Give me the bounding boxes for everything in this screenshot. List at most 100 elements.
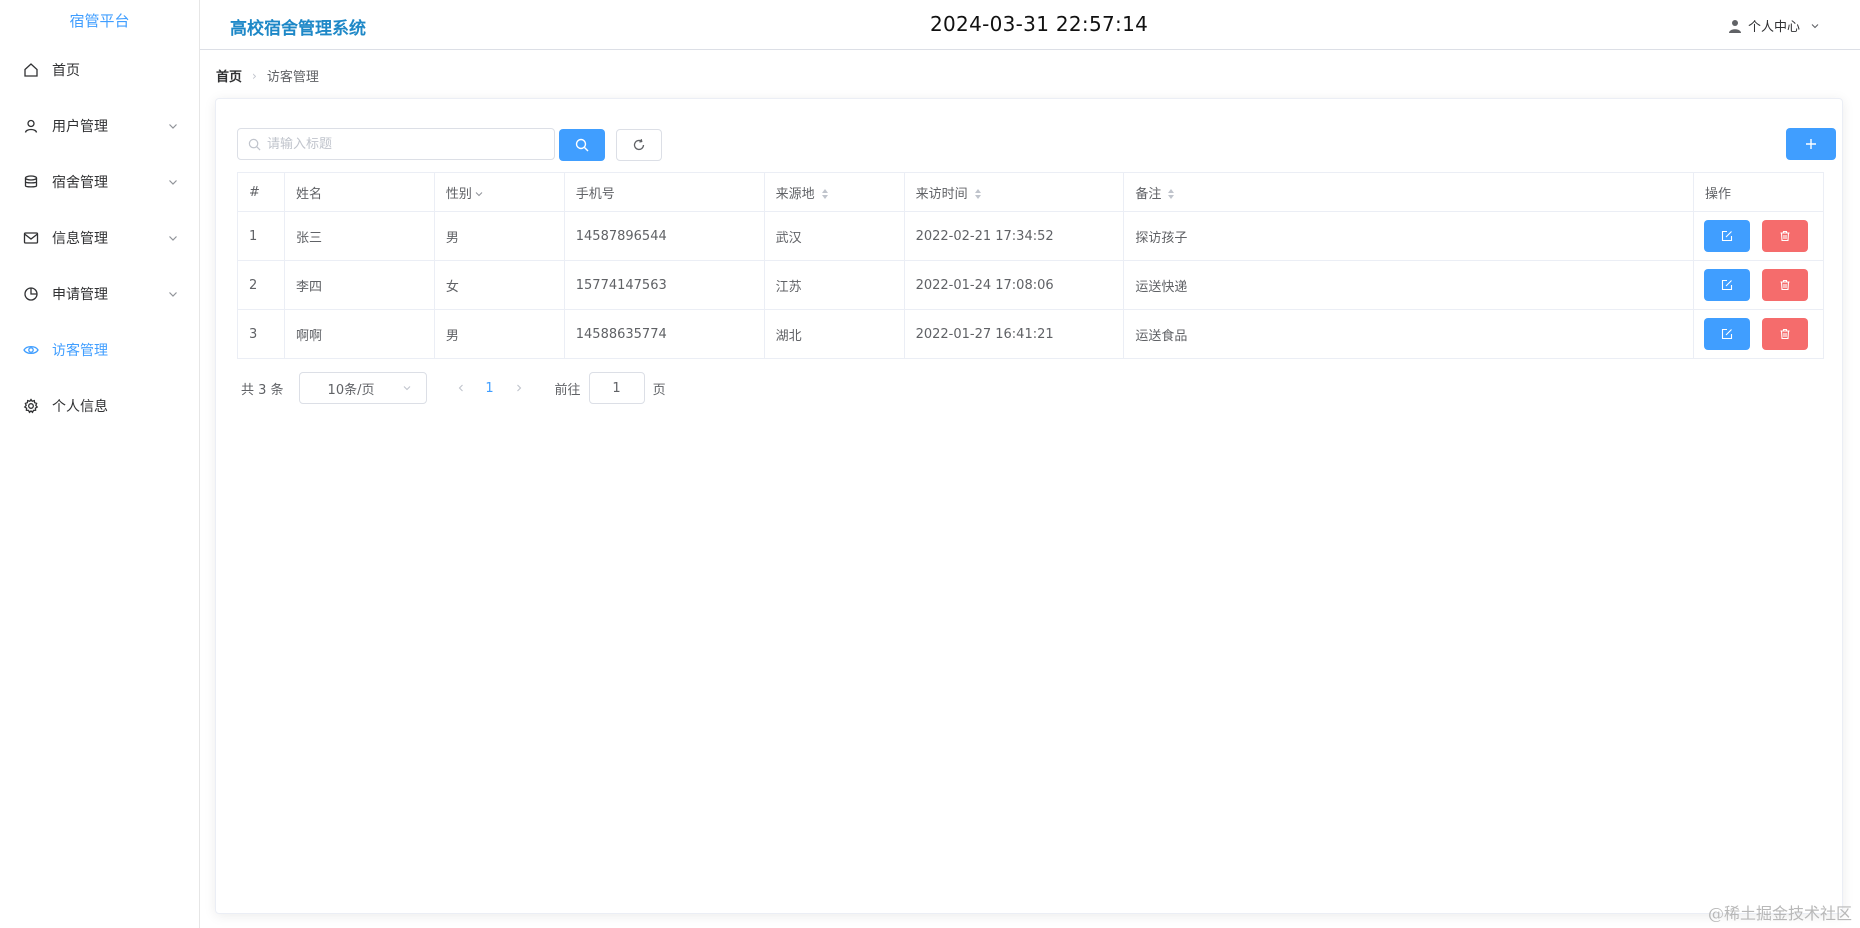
eye-icon: [22, 341, 40, 359]
delete-button[interactable]: [1761, 318, 1808, 350]
cell-visit-time: 2022-01-24 17:08:06: [903, 260, 1125, 310]
cell-gender: 男: [433, 309, 565, 359]
next-page-button[interactable]: [505, 374, 533, 402]
cell-gender: 男: [433, 211, 565, 261]
cell-index: 3: [237, 309, 285, 359]
cell-origin: 武汉: [763, 211, 905, 261]
col-header-remark-label: 备注: [1135, 186, 1162, 202]
cell-actions: [1692, 260, 1825, 310]
trash-icon: [1780, 279, 1790, 291]
col-header-visit-time-label: 来访时间: [915, 186, 968, 202]
search-icon: [248, 138, 261, 150]
edit-button[interactable]: [1703, 318, 1750, 350]
sidebar-item-home[interactable]: 首页: [0, 42, 199, 98]
refresh-icon: [633, 139, 645, 151]
trash-icon: [1780, 230, 1790, 242]
page-size-value: 10条/页: [327, 382, 375, 398]
breadcrumb-separator-icon: ›: [252, 68, 257, 83]
cell-phone: 15774147563: [563, 260, 765, 310]
search-button[interactable]: [559, 129, 605, 161]
sidebar-item-label: 访客管理: [52, 343, 108, 359]
page-jump-label: 前往: [554, 382, 581, 398]
delete-button[interactable]: [1761, 269, 1808, 301]
pie-chart-icon: [22, 285, 40, 303]
col-header-visit-time[interactable]: 来访时间: [903, 172, 1125, 212]
sort-caret-icon[interactable]: [821, 188, 829, 200]
edit-icon: [1721, 279, 1733, 291]
page-number-current[interactable]: 1: [475, 381, 505, 396]
gear-icon: [22, 397, 40, 415]
mail-icon: [22, 229, 40, 247]
col-header-gender[interactable]: 性别: [433, 172, 565, 212]
page-jump-suffix: 页: [652, 382, 666, 398]
sidebar-item-label: 用户管理: [52, 119, 108, 135]
col-header-origin[interactable]: 来源地: [763, 172, 905, 212]
reset-button[interactable]: [616, 129, 662, 161]
chevron-right-icon: [516, 384, 521, 392]
chevron-down-icon: [169, 124, 177, 129]
edit-button[interactable]: [1703, 220, 1750, 252]
cell-visit-time: 2022-01-27 16:41:21: [903, 309, 1125, 359]
clock-display: 2024-03-31 22:57:14: [930, 12, 1149, 36]
pagination: 共 3 条 10条/页 1 前往 页: [241, 372, 666, 404]
sidebar-item-visitor-management[interactable]: 访客管理: [0, 322, 199, 378]
delete-button[interactable]: [1761, 220, 1808, 252]
cell-gender: 女: [433, 260, 565, 310]
content-card: # 姓名 性别 手机号 来源地 来访时间 备注 操作 1 张三 男 145878…: [215, 98, 1843, 914]
chevron-down-icon: [403, 386, 410, 391]
sidebar-item-dorm-management[interactable]: 宿舍管理: [0, 154, 199, 210]
cell-index: 2: [237, 260, 285, 310]
user-avatar-icon: [1728, 19, 1741, 33]
filter-arrow-icon[interactable]: [474, 189, 484, 199]
sidebar-item-application-management[interactable]: 申请管理: [0, 266, 199, 322]
breadcrumb-current: 访客管理: [266, 70, 319, 85]
sidebar-item-user-management[interactable]: 用户管理: [0, 98, 199, 154]
user-center-dropdown[interactable]: 个人中心: [1728, 16, 1820, 35]
plus-icon: [1806, 139, 1816, 149]
cell-origin: 湖北: [763, 309, 905, 359]
page-jump-input[interactable]: [588, 372, 645, 404]
chevron-left-icon: [458, 384, 463, 392]
cell-remark: 运送食品: [1123, 309, 1694, 359]
watermark: @稀土掘金技术社区: [1707, 904, 1852, 923]
add-visitor-button[interactable]: [1786, 128, 1836, 160]
sidebar: 宿管平台 首页 用户管理 宿舍管理 信息管理 申请管理 访客管理 个人信息: [0, 0, 200, 928]
cell-actions: [1692, 309, 1825, 359]
col-header-name: 姓名: [283, 172, 435, 212]
cell-remark: 运送快递: [1123, 260, 1694, 310]
col-header-origin-label: 来源地: [775, 186, 815, 202]
col-header-index: #: [237, 172, 285, 212]
col-header-remark[interactable]: 备注: [1123, 172, 1694, 212]
cell-name: 啊啊: [283, 309, 435, 359]
sort-caret-icon[interactable]: [974, 188, 982, 200]
sort-caret-icon[interactable]: [1167, 188, 1175, 200]
cell-visit-time: 2022-02-21 17:34:52: [903, 211, 1125, 261]
col-header-actions: 操作: [1692, 172, 1825, 212]
search-icon: [575, 138, 589, 152]
breadcrumb-home[interactable]: 首页: [216, 66, 242, 85]
edit-button[interactable]: [1703, 269, 1750, 301]
database-icon: [22, 173, 40, 191]
prev-page-button[interactable]: [447, 374, 475, 402]
trash-icon: [1780, 328, 1790, 340]
cell-index: 1: [237, 211, 285, 261]
edit-icon: [1721, 230, 1733, 242]
home-icon: [22, 61, 40, 79]
system-title: 高校宿舍管理系统: [230, 19, 366, 39]
cell-actions: [1692, 211, 1825, 261]
cell-phone: 14587896544: [563, 211, 765, 261]
chevron-down-icon: [169, 236, 177, 241]
sidebar-item-label: 首页: [52, 63, 80, 79]
table-row: 3 啊啊 男 14588635774 湖北 2022-01-27 16:41:2…: [237, 309, 1825, 359]
pagination-total: 共 3 条: [241, 382, 284, 398]
sidebar-item-label: 宿舍管理: [52, 175, 108, 191]
sidebar-item-info-management[interactable]: 信息管理: [0, 210, 199, 266]
sidebar-item-personal-info[interactable]: 个人信息: [0, 378, 199, 434]
sidebar-item-label: 申请管理: [52, 287, 108, 303]
page-size-select[interactable]: 10条/页: [298, 372, 427, 404]
cell-name: 张三: [283, 211, 435, 261]
cell-phone: 14588635774: [563, 309, 765, 359]
search-input[interactable]: [267, 136, 547, 152]
col-header-gender-label: 性别: [445, 186, 472, 202]
col-header-phone: 手机号: [563, 172, 765, 212]
